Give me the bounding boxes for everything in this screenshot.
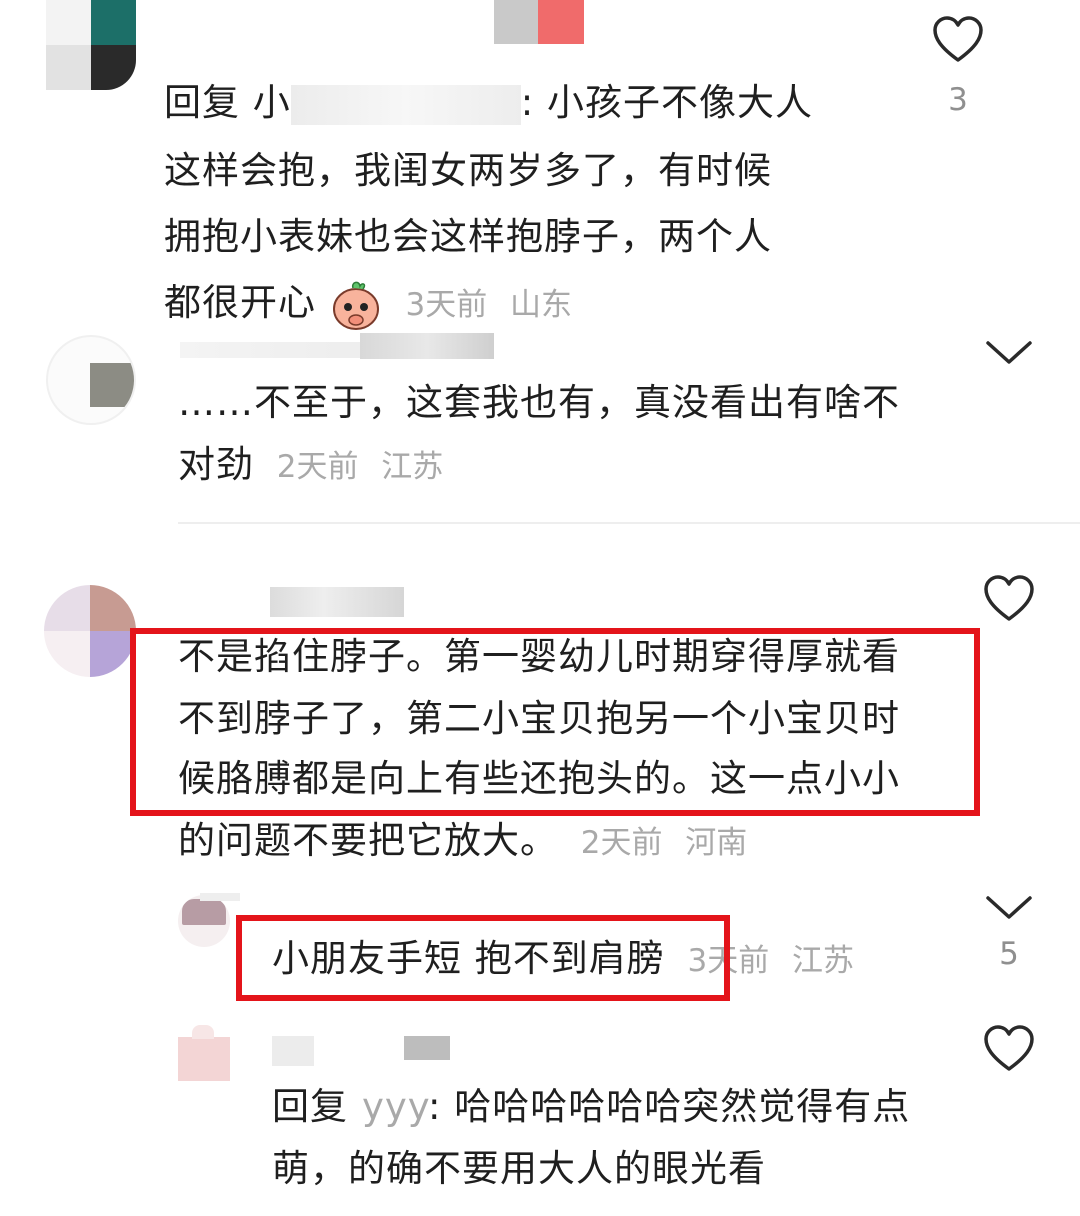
comment-line: ……不至于，这套我也有，真没看出有啥不: [178, 381, 900, 424]
shy-emoji-icon: [332, 281, 379, 330]
comment-text: 回复 yyy: 哈哈哈哈哈哈突然觉得有点: [272, 1076, 910, 1138]
comment-line: 回复 小: [164, 81, 291, 124]
comment-time: 3天前: [405, 287, 488, 323]
blurred-username: [200, 893, 240, 901]
blurred-username: [270, 587, 404, 617]
comment-line-with-meta: 对劲 2天前 江苏: [178, 434, 443, 498]
blurred-username: [290, 84, 521, 125]
reply-prefix: 回复: [272, 1085, 348, 1128]
blurred-username: [494, 0, 538, 44]
comment-line: 拥抱小表妹也会这样抱脖子，两个人: [164, 215, 772, 258]
blurred-username: [404, 1036, 450, 1060]
blurred-username: [538, 0, 584, 44]
comment-location: 河南: [685, 825, 748, 861]
comment-line: 都很开心: [164, 281, 316, 324]
like-heart-icon[interactable]: [983, 575, 1035, 623]
comment-line: : 小孩子不像大人: [520, 81, 813, 124]
like-count: 5: [999, 936, 1019, 972]
comment-time: 2天前: [276, 449, 359, 485]
comment-text: 回复 小 : 小孩子不像大人: [164, 72, 813, 134]
blurred-username: [360, 333, 494, 359]
divider: [178, 522, 1080, 524]
avatar[interactable]: [46, 0, 136, 90]
comment-line: 这样会抱，我闺女两岁多了，有时候: [164, 149, 772, 192]
blurred-username: [272, 1036, 314, 1066]
comment-time: 2天前: [580, 825, 663, 861]
collapse-chevron-icon[interactable]: [985, 895, 1033, 921]
like-count: 3: [948, 82, 968, 118]
highlight-box: [236, 915, 730, 1001]
comment-location: 山东: [510, 287, 573, 323]
like-heart-icon[interactable]: [932, 16, 984, 64]
highlight-box: [130, 628, 980, 816]
comment-line-with-meta: 都很开心 3天前 山东: [164, 272, 572, 336]
collapse-chevron-icon[interactable]: [985, 340, 1033, 366]
like-heart-icon[interactable]: [983, 1025, 1035, 1073]
comment-location: 江苏: [381, 449, 444, 485]
comment-line: : 哈哈哈哈哈哈突然觉得有点: [428, 1085, 911, 1128]
comment-line-with-meta: 的问题不要把它放大。 2天前 河南: [178, 810, 747, 874]
comment-line: 萌，的确不要用大人的眼光看: [272, 1147, 766, 1190]
avatar[interactable]: [178, 895, 230, 947]
avatar[interactable]: [46, 335, 136, 425]
reply-username[interactable]: yyy: [362, 1085, 428, 1128]
avatar[interactable]: [178, 1025, 230, 1081]
comment-line: 的问题不要把它放大。: [178, 819, 558, 862]
avatar[interactable]: [44, 585, 136, 677]
comment-line: 对劲: [178, 443, 254, 486]
comment-location: 江苏: [792, 943, 855, 979]
comment-thread-screen: { "comments": [ { "lines": ["回复 小", ": 小…: [0, 0, 1080, 1216]
